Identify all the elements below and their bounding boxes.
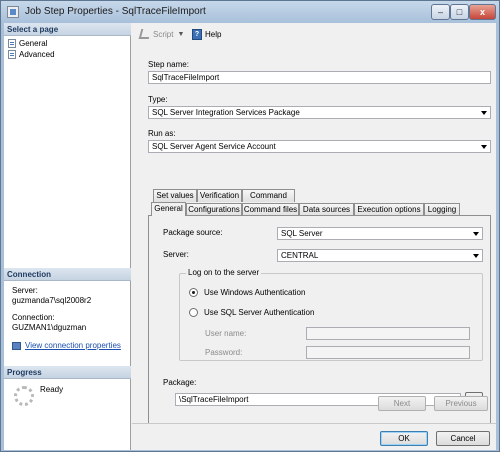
windows-auth-option[interactable]: Use Windows Authentication	[189, 288, 305, 297]
title-bar[interactable]: Job Step Properties - SqlTraceFileImport…	[1, 1, 499, 23]
chevron-down-icon	[473, 232, 479, 236]
dialog-client: Select a page General Advanced Connectio…	[4, 23, 496, 450]
connection-header: Connection	[4, 268, 131, 281]
type-select[interactable]: SQL Server Integration Services Package	[148, 106, 491, 119]
windows-auth-radio[interactable]	[189, 288, 198, 297]
help-button[interactable]: ? Help	[192, 29, 221, 40]
password-input[interactable]	[306, 346, 470, 359]
username-input[interactable]	[306, 327, 470, 340]
page-item-label: Advanced	[19, 50, 55, 59]
view-connection-properties-text[interactable]: View connection properties	[25, 341, 121, 350]
server-select-value: CENTRAL	[281, 251, 319, 260]
help-label: Help	[205, 30, 222, 39]
server-select[interactable]: CENTRAL	[277, 249, 483, 262]
server-value: guzmanda7\sql2008r2	[12, 296, 92, 305]
logon-group-title: Log on to the server	[186, 268, 262, 277]
package-source-value: SQL Server	[281, 229, 323, 238]
step-name-label: Step name:	[148, 60, 189, 69]
password-label: Password:	[205, 348, 243, 357]
dialog-window: Job Step Properties - SqlTraceFileImport…	[0, 0, 500, 452]
sql-auth-radio[interactable]	[189, 308, 198, 317]
window-icon	[7, 6, 19, 18]
run-as-select-value: SQL Server Agent Service Account	[152, 142, 276, 151]
page-item-label: General	[19, 39, 48, 48]
tab-set-values[interactable]: Set values	[153, 189, 197, 202]
view-connection-properties-link[interactable]: View connection properties	[12, 341, 121, 350]
username-label: User name:	[205, 329, 247, 338]
page-item-general[interactable]: General	[8, 38, 47, 49]
windows-auth-label: Use Windows Authentication	[204, 288, 306, 297]
help-icon: ?	[192, 29, 202, 40]
tab-general[interactable]: General	[151, 202, 186, 216]
toolbar: Script ▼ ? Help	[132, 23, 496, 45]
previous-button[interactable]: Previous	[434, 396, 488, 411]
progress-header: Progress	[4, 366, 131, 379]
ok-button[interactable]: OK	[380, 431, 428, 446]
connection-value: GUZMAN1\dguzman	[12, 323, 87, 332]
minimize-button[interactable]: –	[431, 4, 450, 20]
package-source-select[interactable]: SQL Server	[277, 227, 483, 240]
script-label: Script	[153, 29, 174, 39]
left-pane: Select a page General Advanced Connectio…	[4, 23, 131, 450]
chevron-down-icon	[473, 254, 479, 258]
chevron-down-icon	[481, 145, 487, 149]
select-page-header: Select a page	[4, 23, 131, 36]
type-select-value: SQL Server Integration Services Package	[152, 108, 300, 117]
tab-verification[interactable]: Verification	[197, 189, 242, 202]
page-item-advanced[interactable]: Advanced	[8, 49, 55, 60]
chevron-down-icon	[481, 111, 487, 115]
type-label: Type:	[148, 95, 168, 104]
window-title: Job Step Properties - SqlTraceFileImport	[25, 6, 206, 17]
tab-command-line[interactable]: Command line	[242, 189, 295, 212]
package-source-label: Package source:	[163, 228, 223, 237]
progress-status: Ready	[40, 385, 64, 394]
script-button[interactable]: Script ▼	[138, 29, 184, 39]
main-form: Step name: SqlTraceFileImport Type: SQL …	[132, 45, 496, 450]
sql-auth-label: Use SQL Server Authentication	[204, 308, 315, 317]
run-as-select[interactable]: SQL Server Agent Service Account	[148, 140, 491, 153]
next-button[interactable]: Next	[378, 396, 426, 411]
progress-spinner-icon	[14, 386, 34, 406]
page-icon	[8, 39, 16, 48]
connection-properties-icon	[12, 341, 21, 350]
cancel-button[interactable]: Cancel	[436, 431, 490, 446]
server-label: Server:	[163, 250, 189, 259]
script-icon	[138, 29, 152, 39]
sql-auth-option[interactable]: Use SQL Server Authentication	[189, 308, 314, 317]
chevron-down-icon[interactable]: ▼	[177, 31, 184, 38]
server-label: Server:	[12, 286, 38, 295]
package-label: Package:	[163, 378, 197, 387]
connection-label: Connection:	[12, 313, 55, 322]
logon-group: Log on to the server Use Windows Authent…	[179, 268, 483, 361]
step-name-input[interactable]: SqlTraceFileImport	[148, 71, 491, 84]
close-button[interactable]: x	[469, 4, 496, 20]
page-icon	[8, 50, 16, 59]
run-as-label: Run as:	[148, 129, 176, 138]
maximize-button[interactable]: □	[450, 4, 469, 20]
